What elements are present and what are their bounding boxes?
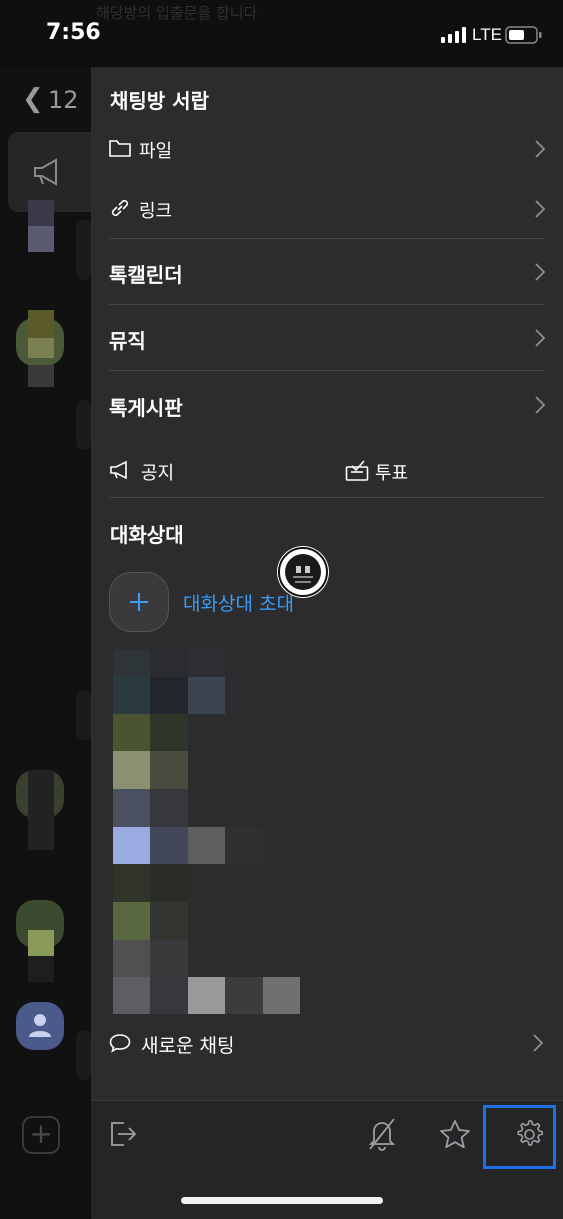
signal-icon (441, 27, 466, 43)
background-add-button: + (22, 1116, 60, 1154)
status-bar: 해당방의 입출문을 합니다 7:56 LTE (0, 0, 563, 68)
chat-bubble-icon (109, 1034, 131, 1053)
member-avatar[interactable] (113, 940, 150, 977)
drawer-item-music[interactable]: 뮤직 (109, 325, 545, 353)
network-type: LTE (472, 25, 502, 44)
chevron-right-icon (535, 329, 545, 347)
bell-slash-icon[interactable] (366, 1117, 398, 1151)
ballot-box-icon (345, 460, 369, 481)
battery-icon (505, 26, 542, 44)
star-icon[interactable] (439, 1119, 471, 1149)
home-indicator[interactable] (181, 1197, 383, 1204)
folder-icon (109, 140, 131, 157)
chat-bubble (76, 400, 92, 450)
divider (109, 238, 544, 239)
member-avatar[interactable] (113, 649, 150, 677)
clock: 7:56 (46, 20, 101, 45)
blurred-avatar (28, 930, 54, 956)
settings-highlight (483, 1105, 556, 1169)
chat-drawer: 채팅방 서랍 파일 링크 톡캘린더 뮤직 톡게시판 공지 투표 대화상대 대화상… (91, 67, 563, 1219)
members-title: 대화상대 (110, 523, 184, 547)
drawer-item-board[interactable]: 톡게시판 (109, 392, 545, 420)
chat-bubble (76, 1030, 92, 1080)
blurred-avatar (28, 200, 54, 226)
divider (109, 304, 544, 305)
blurred-avatar (28, 365, 54, 387)
background-chat-title: 해당방의 입출문을 합니다 (96, 4, 258, 22)
chat-bubble (76, 690, 92, 740)
divider (109, 370, 544, 371)
notice-label: 공지 (141, 463, 175, 484)
default-avatar (16, 1002, 64, 1050)
watermark-stamp (277, 546, 329, 598)
drawer-title: 채팅방 서랍 (110, 89, 209, 113)
exit-icon[interactable] (108, 1119, 138, 1149)
chat-bubble (76, 220, 92, 280)
plus-icon (130, 593, 148, 611)
member-avatar[interactable] (113, 789, 150, 827)
drawer-item-label: 뮤직 (109, 329, 146, 353)
notice-button[interactable]: 공지 (109, 459, 309, 484)
chevron-right-icon (533, 1034, 543, 1052)
blurred-avatar (28, 310, 54, 338)
member-avatar[interactable] (113, 864, 150, 902)
invite-button[interactable] (109, 572, 169, 632)
chevron-right-icon (535, 140, 545, 158)
member-avatar[interactable] (113, 714, 150, 751)
drawer-item-files[interactable]: 파일 (109, 137, 545, 162)
megaphone-icon (34, 158, 57, 186)
blurred-avatar (28, 226, 54, 252)
vote-label: 투표 (375, 463, 409, 484)
chevron-right-icon (535, 263, 545, 281)
back-chevron-icon[interactable]: ❮ (22, 84, 44, 114)
blurred-avatar (28, 956, 54, 982)
drawer-item-label: 파일 (139, 141, 173, 162)
unread-count: 12 (48, 86, 79, 114)
chevron-right-icon (535, 200, 545, 218)
drawer-item-label: 톡캘린더 (109, 263, 183, 287)
blurred-avatar (28, 770, 54, 850)
link-icon (111, 199, 129, 217)
person-icon (29, 1014, 51, 1037)
divider (109, 497, 544, 498)
drawer-item-calendar[interactable]: 톡캘린더 (109, 259, 545, 287)
megaphone-icon (110, 460, 127, 480)
vote-button[interactable]: 투표 (345, 459, 545, 484)
drawer-item-label: 톡게시판 (109, 396, 183, 420)
drawer-item-label: 링크 (139, 201, 173, 222)
stamp-icon (278, 547, 328, 597)
new-chat-label: 새로운 채팅 (141, 1035, 235, 1057)
drawer-item-links[interactable]: 링크 (109, 197, 545, 222)
chevron-right-icon (535, 396, 545, 414)
